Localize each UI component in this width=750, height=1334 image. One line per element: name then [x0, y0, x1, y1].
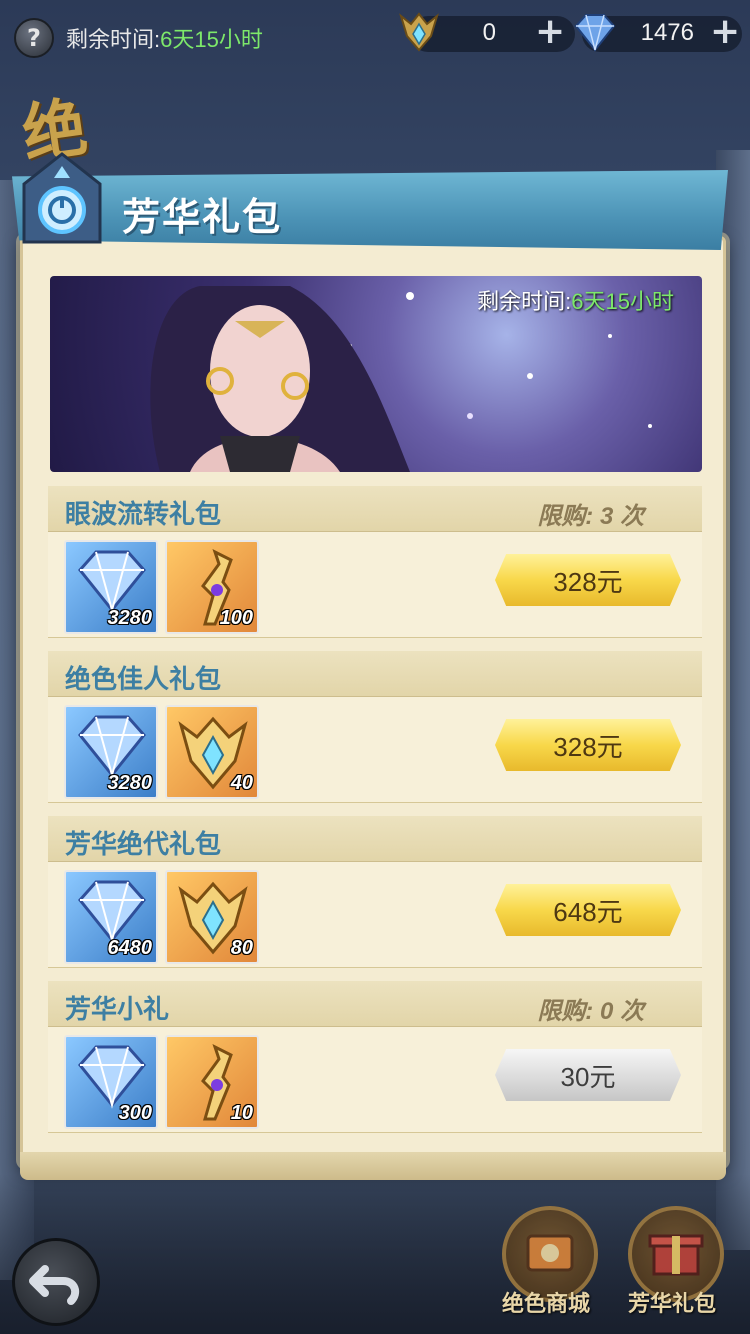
pack-body: 6480 80 648元 [48, 862, 702, 968]
item-quantity: 100 [219, 607, 253, 629]
top-timer: 剩余时间:6天15小时 [66, 22, 263, 54]
item-slot-diamond[interactable]: 300 [64, 1035, 158, 1129]
item-slot-diamond[interactable]: 3280 [64, 705, 158, 799]
pack-row: 绝色佳人礼包 3280 40 328元 [48, 651, 702, 807]
diamond-icon [78, 715, 146, 779]
item-quantity: 300 [118, 1102, 152, 1124]
pack-name: 眼波流转礼包 [65, 499, 222, 529]
banner-timer: 剩余时间:6天15小时 [477, 284, 674, 316]
item-quantity: 3280 [107, 772, 153, 794]
pack-row: 芳华小礼 限购: 0 次 300 10 30元 [48, 981, 702, 1137]
item-slot-diamond[interactable]: 6480 [64, 870, 158, 964]
pack-row: 眼波流转礼包 限购: 3 次 3280 100 328元 [48, 486, 702, 642]
panel-header [12, 170, 728, 250]
currency-diamond-add-button[interactable]: + [710, 14, 740, 50]
pack-name: 芳华绝代礼包 [65, 829, 222, 859]
back-button[interactable] [12, 1238, 100, 1326]
item-quantity: 6480 [107, 937, 153, 959]
pack-body: 3280 100 328元 [48, 532, 702, 638]
currency-crown-add-button[interactable]: + [535, 14, 565, 50]
item-slot-staff[interactable]: 10 [165, 1035, 259, 1129]
pack-limit: 限购: 0 次 [537, 998, 644, 1025]
diamond-icon [78, 1045, 146, 1109]
nav-mall-label: 绝色商城 [502, 1291, 591, 1316]
item-slot-crown-gem[interactable]: 40 [165, 705, 259, 799]
item-quantity: 10 [230, 1102, 253, 1124]
top-timer-value: 6天15小时 [160, 27, 263, 52]
help-button[interactable]: ? [14, 18, 54, 58]
pack-header: 绝色佳人礼包 [48, 651, 702, 697]
back-arrow-icon [29, 1265, 80, 1305]
buy-button-disabled[interactable]: 30元 [495, 1049, 681, 1101]
currency-crown-value: 0 [482, 19, 496, 46]
buy-button[interactable]: 648元 [495, 884, 681, 936]
item-slot-staff[interactable]: 100 [165, 540, 259, 634]
pack-header: 眼波流转礼包 限购: 3 次 [48, 486, 702, 532]
pack-limit: 限购: 3 次 [537, 503, 644, 530]
banner-timer-value: 6天15小时 [571, 289, 674, 314]
promo-banner: 剩余时间:6天15小时 [50, 276, 702, 472]
gift-panel-footer [20, 1152, 726, 1180]
pack-name: 芳华小礼 [65, 994, 170, 1024]
nav-gift-label: 芳华礼包 [628, 1291, 717, 1316]
item-quantity: 40 [230, 772, 253, 794]
pack-header: 芳华小礼 限购: 0 次 [48, 981, 702, 1027]
diamond-icon [78, 880, 146, 944]
buy-button[interactable]: 328元 [495, 719, 681, 771]
item-quantity: 80 [230, 937, 253, 959]
pack-row: 芳华绝代礼包 6480 80 648元 [48, 816, 702, 972]
item-quantity: 3280 [107, 607, 153, 629]
pack-body: 300 10 30元 [48, 1027, 702, 1133]
item-slot-diamond[interactable]: 3280 [64, 540, 158, 634]
buy-button[interactable]: 328元 [495, 554, 681, 606]
pack-body: 3280 40 328元 [48, 697, 702, 803]
item-slot-crown-gem[interactable]: 80 [165, 870, 259, 964]
gift-box-icon [648, 1234, 704, 1276]
panel-title: 芳华礼包 [122, 197, 283, 239]
pack-name: 绝色佳人礼包 [65, 664, 222, 694]
currency-diamond-value: 1476 [640, 19, 694, 46]
pack-header: 芳华绝代礼包 [48, 816, 702, 862]
diamond-icon [78, 550, 146, 614]
clock-emblem-icon [22, 152, 102, 244]
shop-icon [526, 1234, 574, 1272]
crown-gem-icon [399, 12, 439, 52]
banner-timer-label: 剩余时间: [477, 289, 572, 314]
top-timer-label: 剩余时间: [66, 27, 161, 52]
